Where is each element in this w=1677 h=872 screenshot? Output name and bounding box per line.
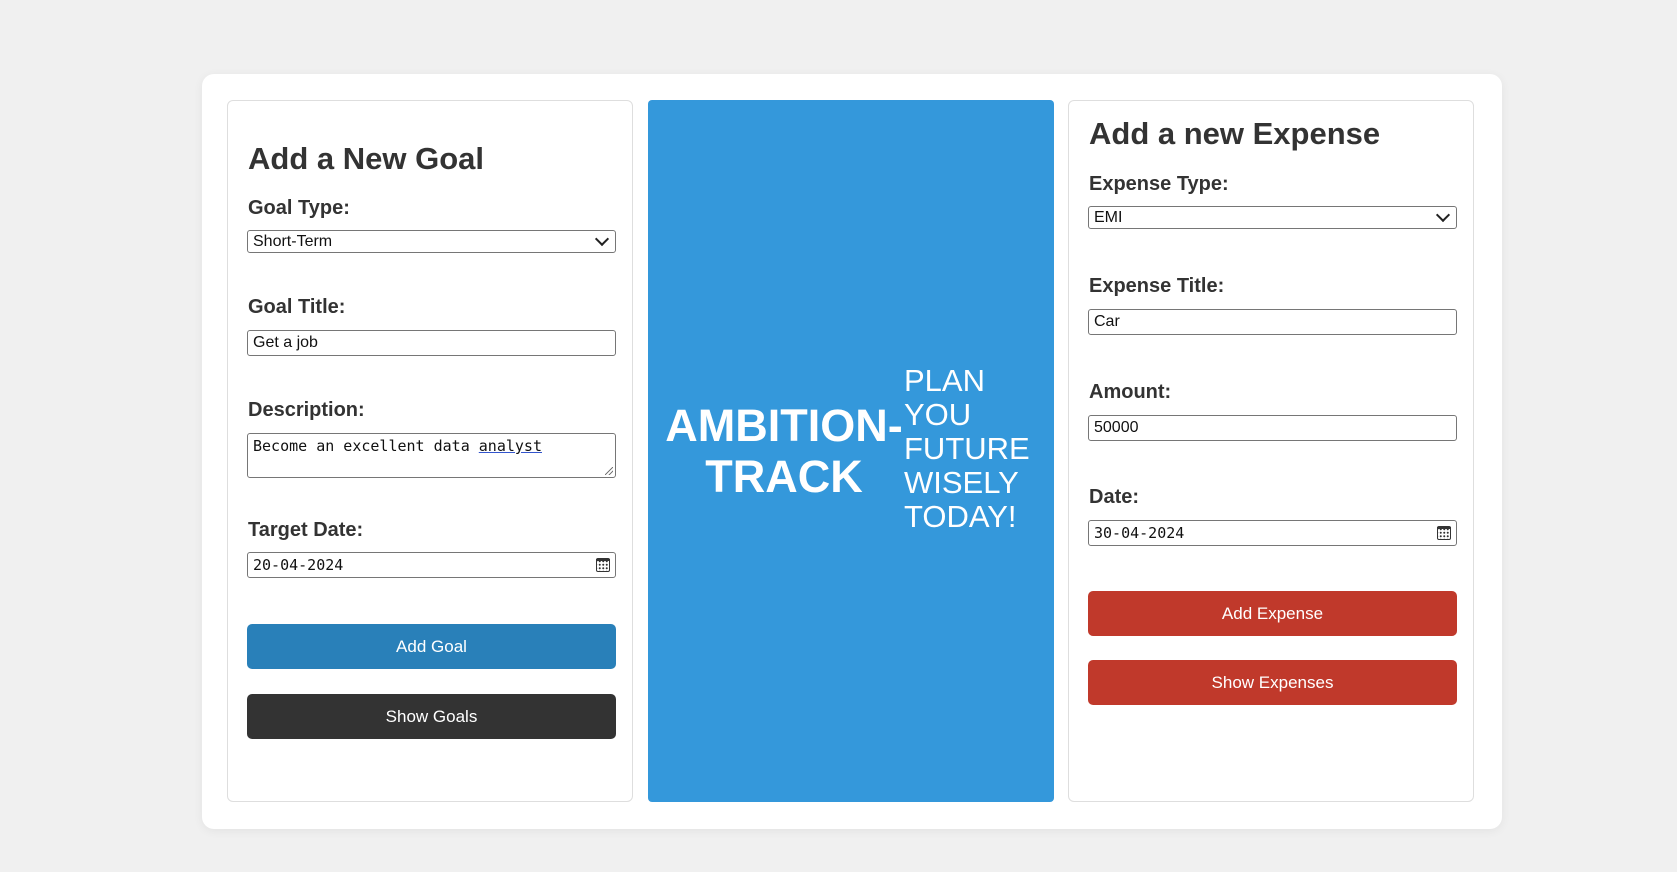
target-date-value: 20-04-2024 [253,556,344,574]
expense-date-value: 30-04-2024 [1094,524,1185,542]
description-value: Become an excellent data analyst [253,437,542,455]
target-date-label: Target Date: [248,519,364,541]
calendar-icon[interactable] [1437,526,1451,540]
expense-type-label: Expense Type: [1089,173,1229,195]
goal-title-input[interactable]: Get a job [247,330,616,356]
expense-title-input[interactable]: Car [1088,309,1457,335]
expense-form-heading: Add a new Expense [1089,116,1381,151]
expense-form-panel: Add a new Expense Expense Type: EMI Expe… [1068,100,1474,802]
expense-date-input[interactable]: 30-04-2024 [1088,520,1457,546]
expense-date-label: Date: [1089,486,1140,508]
goal-form-heading: Add a New Goal [248,141,484,176]
amount-value: 50000 [1094,419,1139,436]
description-textarea[interactable]: Become an excellent data analyst [247,433,616,478]
tagline-line: TODAY! [904,499,1017,534]
brand-title-line2: TRACK [705,451,863,502]
show-expenses-button[interactable]: Show Expenses [1088,660,1457,705]
brand-title-line1: AMBITION- [665,400,903,451]
brand-title: AMBITION- TRACK [664,400,904,502]
app-container: Add a New Goal Goal Type: Short-Term Goa… [202,74,1502,829]
expense-type-select[interactable]: EMI [1088,206,1457,229]
description-label: Description: [248,399,365,421]
tagline-line: YOU [904,397,972,432]
brand-banner: AMBITION- TRACK PLAN YOU FUTURE WISELY T… [648,100,1054,802]
goal-type-select[interactable]: Short-Term [247,230,616,253]
expense-title-label: Expense Title: [1089,275,1225,297]
expense-title-value: Car [1094,313,1120,330]
amount-input[interactable]: 50000 [1088,415,1457,441]
goal-type-label: Goal Type: [248,197,350,219]
add-expense-button[interactable]: Add Expense [1088,591,1457,636]
brand-tagline: PLAN YOU FUTURE WISELY TODAY! [904,364,1030,534]
add-goal-button[interactable]: Add Goal [247,624,616,669]
chevron-down-icon [1435,207,1451,223]
tagline-line: PLAN [904,363,985,398]
target-date-input[interactable]: 20-04-2024 [247,552,616,578]
amount-label: Amount: [1089,381,1172,403]
description-value-prefix: Become an excellent data [253,437,479,455]
goal-title-label: Goal Title: [248,296,346,318]
show-goals-button[interactable]: Show Goals [247,694,616,739]
expense-type-selected-value: EMI [1094,208,1123,226]
calendar-icon[interactable] [596,558,610,572]
chevron-down-icon [594,231,610,247]
goal-form-panel: Add a New Goal Goal Type: Short-Term Goa… [227,100,633,802]
tagline-line: WISELY [904,465,1019,500]
goal-title-value: Get a job [253,334,318,351]
goal-type-selected-value: Short-Term [253,232,333,250]
description-spellcheck-word: analyst [478,437,542,455]
resize-handle-icon[interactable] [605,467,613,475]
tagline-line: FUTURE [904,431,1030,466]
